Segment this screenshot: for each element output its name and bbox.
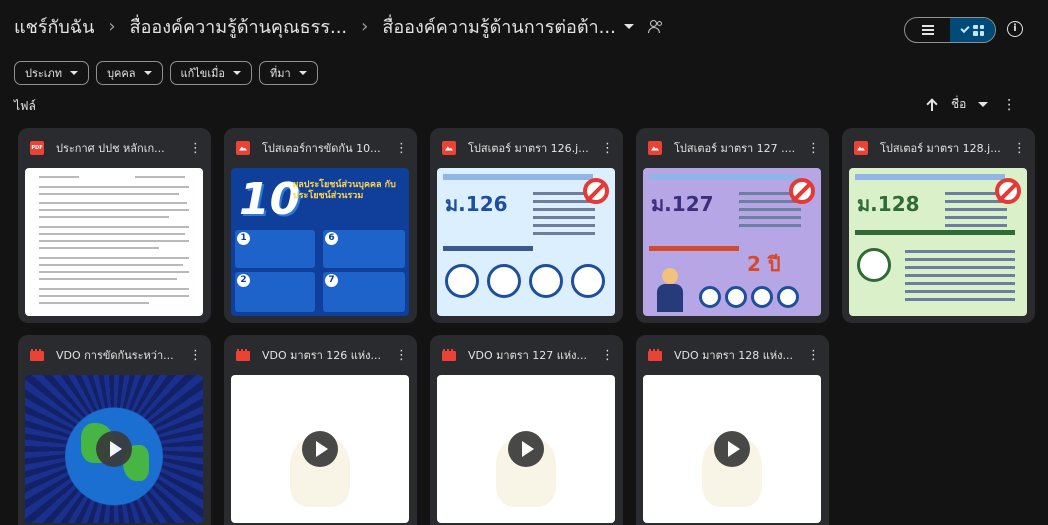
file-name: VDO มาตรา 126 แห่ง... [262, 349, 381, 362]
list-view-button[interactable] [905, 18, 950, 42]
play-icon[interactable] [302, 431, 338, 467]
file-thumbnail: 10 ผลประโยชน์ส่วนบุคคล กับ ประโยชน์ส่วนร… [231, 168, 409, 316]
video-file-icon [236, 349, 250, 361]
poster-title: ม.126 [445, 192, 508, 216]
video-file-icon [648, 349, 662, 361]
file-menu-icon[interactable]: ⋮ [189, 348, 202, 363]
chevron-right-icon: › [361, 15, 369, 37]
filter-modified-label: แก้ไขเมื่อ [180, 67, 225, 80]
file-menu-icon[interactable]: ⋮ [807, 141, 820, 156]
chevron-down-icon [70, 71, 79, 75]
file-thumbnail [25, 168, 203, 316]
file-menu-icon[interactable]: ⋮ [601, 141, 614, 156]
video-file-icon [30, 349, 44, 361]
filter-people[interactable]: บุคคล [96, 61, 163, 85]
chevron-down-icon [298, 71, 307, 75]
section-title: ไฟล์ [14, 99, 36, 113]
poster-title: ม.128 [857, 192, 920, 216]
file-card[interactable]: PDF ประกาศ ปปช หลักเก... ⋮ [18, 128, 211, 323]
breadcrumb-current[interactable]: สื่อองค์ความรู้ด้านการต่อต้า... [382, 12, 615, 41]
file-menu-icon[interactable]: ⋮ [1013, 141, 1026, 156]
file-name: โปสเตอร์ มาตรา 126.j... [468, 142, 589, 155]
person-illustration [657, 268, 683, 312]
file-name: VDO การขัดกันระหว่า... [56, 349, 174, 362]
file-thumbnail: ม.127 2 ปี [643, 168, 821, 316]
breadcrumb-parent[interactable]: สื่อองค์ความรู้ด้านคุณธรร... [130, 12, 348, 41]
filter-source[interactable]: ที่มา [258, 61, 318, 85]
file-menu-icon[interactable]: ⋮ [601, 348, 614, 363]
image-file-icon [442, 141, 456, 155]
info-icon[interactable]: i [1007, 21, 1023, 37]
prohibited-icon [583, 178, 609, 204]
filter-people-label: บุคคล [107, 67, 136, 80]
file-menu-icon[interactable]: ⋮ [807, 348, 820, 363]
play-icon[interactable] [96, 431, 132, 467]
file-card[interactable]: โปสเตอร์ มาตรา 128.j... ⋮ ม.128 [842, 128, 1035, 323]
file-thumbnail: ม.128 [849, 168, 1027, 316]
file-card[interactable]: โปสเตอร์ มาตรา 127 .... ⋮ ม.127 2 ปี [636, 128, 829, 323]
poster-title: ผลประโยชน์ส่วนบุคคล กับ ประโยชน์ส่วนรวม [293, 180, 396, 201]
poster-title: ม.127 [651, 192, 714, 216]
chevron-down-icon [232, 71, 241, 75]
sort-direction-icon[interactable] [927, 99, 937, 111]
video-thumbnail [437, 375, 615, 523]
filter-bar: ประเภท บุคคล แก้ไขเมื่อ ที่มา [14, 61, 318, 85]
poster-years: 2 ปี [747, 252, 781, 276]
file-name: โปสเตอร์ มาตรา 128.j... [880, 142, 1001, 155]
image-file-icon [236, 141, 250, 155]
filter-source-label: ที่มา [269, 67, 291, 80]
video-thumbnail [25, 375, 203, 523]
video-thumbnail [643, 375, 821, 523]
chevron-down-icon[interactable] [623, 23, 634, 29]
sort-controls: ชื่อ ⋮ [927, 95, 1016, 114]
chevron-down-icon [143, 71, 152, 75]
file-card[interactable]: โปสเตอร์ มาตรา 126.j... ⋮ ม.126 [430, 128, 623, 323]
file-card[interactable]: VDO มาตรา 128 แห่ง... ⋮ [636, 335, 829, 525]
chevron-down-icon [978, 102, 989, 107]
file-name: โปสเตอร์การขัดกัน 10... [262, 142, 381, 155]
prohibited-icon [789, 178, 815, 204]
file-card[interactable]: VDO มาตรา 127 แห่ง... ⋮ [430, 335, 623, 525]
grid-icon [973, 24, 984, 36]
sort-button[interactable]: ชื่อ [951, 95, 989, 114]
file-name: โปสเตอร์ มาตรา 127 .... [674, 142, 796, 155]
poster-number: 10 [239, 174, 301, 225]
filter-type-label: ประเภท [25, 67, 63, 80]
play-icon[interactable] [508, 431, 544, 467]
list-icon [921, 25, 934, 35]
file-card[interactable]: VDO มาตรา 126 แห่ง... ⋮ [224, 335, 417, 525]
sort-label: ชื่อ [951, 97, 967, 111]
file-name: ประกาศ ปปช หลักเก... [56, 142, 165, 155]
image-file-icon [854, 141, 868, 155]
file-thumbnail: ม.126 [437, 168, 615, 316]
grid-view-button[interactable] [950, 18, 995, 42]
file-name: VDO มาตรา 127 แห่ง... [468, 349, 587, 362]
view-toggle [904, 17, 996, 43]
filter-modified[interactable]: แก้ไขเมื่อ [169, 61, 252, 85]
chevron-right-icon: › [108, 15, 116, 37]
file-menu-icon[interactable]: ⋮ [395, 348, 408, 363]
breadcrumb: แชร์กับฉัน › สื่อองค์ความรู้ด้านคุณธรร..… [0, 0, 1048, 52]
file-menu-icon[interactable]: ⋮ [395, 141, 408, 156]
more-options-icon[interactable]: ⋮ [1002, 98, 1016, 112]
pdf-file-icon: PDF [30, 141, 44, 155]
video-file-icon [442, 349, 456, 361]
file-card[interactable]: VDO การขัดกันระหว่า... ⋮ [18, 335, 211, 525]
play-icon[interactable] [714, 431, 750, 467]
prohibited-icon [995, 178, 1021, 204]
breadcrumb-root[interactable]: แชร์กับฉัน [14, 12, 94, 41]
file-card[interactable]: โปสเตอร์การขัดกัน 10... ⋮ 10 ผลประโยชน์ส… [224, 128, 417, 323]
file-name: VDO มาตรา 128 แห่ง... [674, 349, 793, 362]
shared-people-icon[interactable] [647, 19, 666, 33]
video-thumbnail [231, 375, 409, 523]
file-menu-icon[interactable]: ⋮ [189, 141, 202, 156]
image-file-icon [648, 141, 662, 155]
filter-type[interactable]: ประเภท [14, 61, 90, 85]
check-icon [960, 23, 970, 34]
